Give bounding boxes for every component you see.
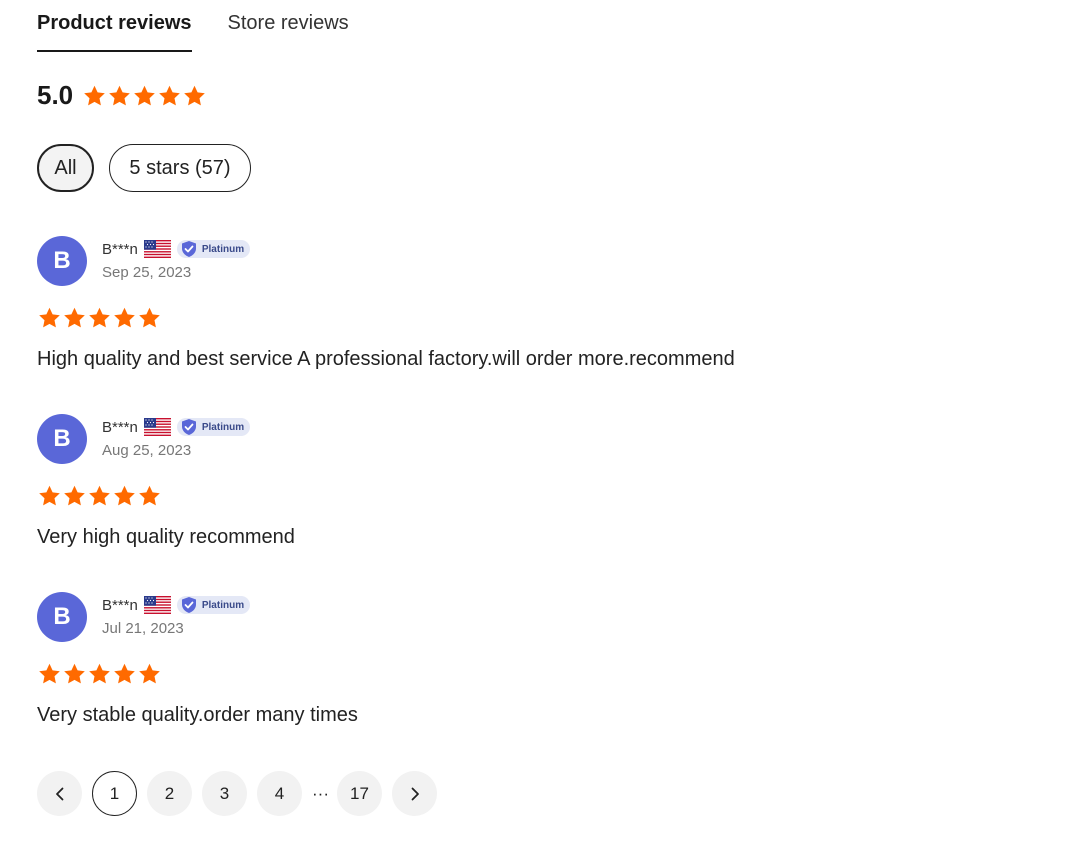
star-icon (112, 484, 137, 508)
platinum-badge: Platinum (176, 418, 251, 436)
prev-page-button[interactable] (37, 771, 82, 816)
review-stars (37, 306, 162, 330)
page-17-button[interactable]: 17 (337, 771, 382, 816)
badge-label: Platinum (201, 599, 245, 611)
review-stars (37, 484, 162, 508)
star-icon (107, 84, 132, 108)
summary-stars (82, 84, 207, 108)
platinum-badge: Platinum (176, 240, 251, 258)
verified-shield-icon (179, 418, 199, 436)
star-icon (137, 662, 162, 686)
star-icon (137, 484, 162, 508)
star-icon (37, 662, 62, 686)
star-icon (82, 84, 107, 108)
avatar: B (37, 592, 87, 642)
star-icon (62, 662, 87, 686)
star-icon (112, 662, 137, 686)
average-score: 5.0 (37, 80, 74, 110)
rating-filters: All 5 stars (57) (37, 144, 251, 192)
reviewer-name: B***n (102, 240, 138, 258)
review-meta: B***n Platinum Sep 25, 2023 (102, 239, 251, 281)
reviewer-name: B***n (102, 596, 138, 614)
verified-shield-icon (179, 596, 199, 614)
badge-label: Platinum (201, 421, 245, 433)
avatar: B (37, 414, 87, 464)
us-flag-icon (144, 418, 171, 436)
chevron-right-icon (411, 787, 419, 800)
filter-5-stars[interactable]: 5 stars (57) (109, 144, 251, 192)
review-stars (37, 662, 162, 686)
review-tabs: Product reviews Store reviews (37, 0, 349, 53)
next-page-button[interactable] (392, 771, 437, 816)
star-icon (62, 306, 87, 330)
reviewer-name: B***n (102, 418, 138, 436)
review-meta: B***n Platinum Jul 21, 2023 (102, 595, 251, 637)
star-icon (137, 306, 162, 330)
review-date: Jul 21, 2023 (102, 620, 184, 637)
page-2-button[interactable]: 2 (147, 771, 192, 816)
star-icon (112, 306, 137, 330)
pagination: 1 2 3 4 ··· 17 (37, 771, 447, 816)
star-icon (157, 84, 182, 108)
badge-label: Platinum (201, 243, 245, 255)
star-icon (37, 484, 62, 508)
review-text: Very high quality recommend (37, 526, 295, 548)
star-icon (62, 484, 87, 508)
rating-summary: 5.0 (37, 80, 207, 111)
review-text: Very stable quality.order many times (37, 704, 358, 726)
star-icon (132, 84, 157, 108)
review-date: Aug 25, 2023 (102, 442, 192, 459)
star-icon (87, 484, 112, 508)
filter-all[interactable]: All (37, 144, 94, 192)
chevron-left-icon (55, 787, 63, 800)
verified-shield-icon (179, 240, 199, 258)
tab-store-reviews[interactable]: Store reviews (228, 0, 349, 53)
star-icon (182, 84, 207, 108)
avatar: B (37, 236, 87, 286)
review-text: High quality and best service A professi… (37, 348, 735, 370)
review-meta: B***n Platinum Aug 25, 2023 (102, 417, 251, 459)
us-flag-icon (144, 596, 171, 614)
review-date: Sep 25, 2023 (102, 264, 192, 281)
star-icon (37, 306, 62, 330)
page-4-button[interactable]: 4 (257, 771, 302, 816)
us-flag-icon (144, 240, 171, 258)
page-3-button[interactable]: 3 (202, 771, 247, 816)
platinum-badge: Platinum (176, 596, 251, 614)
tab-product-reviews[interactable]: Product reviews (37, 0, 192, 53)
star-icon (87, 306, 112, 330)
pagination-ellipsis: ··· (312, 783, 329, 803)
star-icon (87, 662, 112, 686)
page-1-button[interactable]: 1 (92, 771, 137, 816)
